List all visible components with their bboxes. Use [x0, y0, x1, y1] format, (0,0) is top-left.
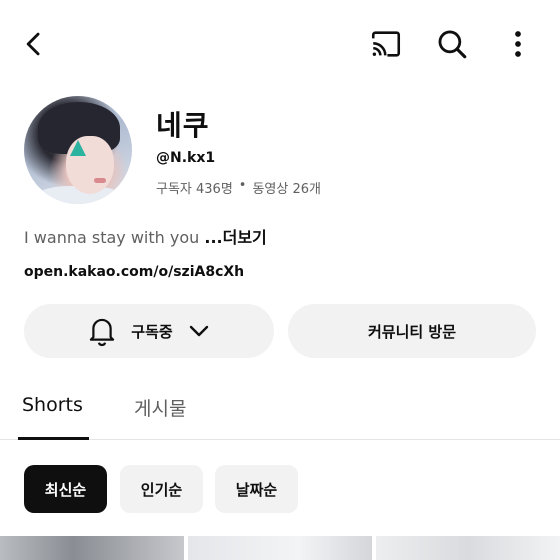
filter-chip-date[interactable]: 날짜순 [215, 465, 298, 513]
selected-tab-indicator [18, 437, 89, 440]
shorts-grid [0, 536, 560, 560]
more-vertical-icon [515, 31, 521, 57]
description-text: I wanna stay with you [24, 228, 200, 247]
cast-icon [371, 31, 401, 57]
stats-separator: • [238, 178, 247, 193]
cast-button[interactable] [366, 24, 406, 64]
top-app-bar [0, 0, 560, 90]
channel-external-link[interactable]: open.kakao.com/o/sziA8cXh [24, 264, 244, 280]
subscribe-label: 구독중 [131, 322, 173, 341]
channel-description[interactable]: I wanna stay with you ...더보기 [24, 224, 267, 248]
channel-stats: 구독자 436명 • 동영상 26개 [156, 178, 321, 197]
filter-chip-latest[interactable]: 최신순 [24, 465, 107, 513]
back-arrow-icon [26, 32, 40, 56]
video-count: 동영상 26개 [252, 182, 321, 197]
tab-posts[interactable]: 게시물 [134, 394, 186, 421]
more-link[interactable]: ...더보기 [204, 228, 266, 247]
bell-icon [90, 318, 115, 347]
search-button[interactable] [432, 24, 472, 64]
channel-name: 네쿠 [156, 109, 210, 142]
back-button[interactable] [14, 24, 54, 64]
subscriber-count: 구독자 436명 [156, 182, 233, 197]
shorts-thumbnail[interactable] [188, 536, 372, 560]
tab-shorts[interactable]: Shorts [22, 394, 83, 416]
more-options-button[interactable] [500, 24, 536, 64]
visit-community-button[interactable]: 커뮤니티 방문 [288, 304, 536, 358]
shorts-thumbnail[interactable] [376, 536, 560, 560]
chevron-down-icon [189, 325, 208, 337]
channel-handle: @N.kx1 [156, 150, 216, 166]
community-label: 커뮤니티 방문 [367, 322, 457, 341]
channel-avatar[interactable] [24, 96, 132, 204]
channel-tabs: Shorts 게시물 [0, 380, 560, 440]
shorts-thumbnail[interactable] [0, 536, 184, 560]
subscribed-button[interactable]: 구독중 [24, 304, 274, 358]
filter-chip-popular[interactable]: 인기순 [120, 465, 203, 513]
search-icon [438, 30, 467, 59]
